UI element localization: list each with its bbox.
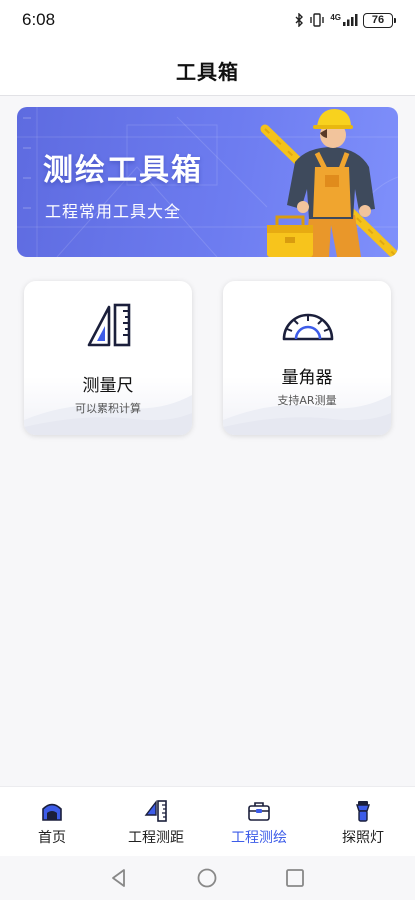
tab-label: 首页 (38, 830, 66, 846)
tool-card-protractor[interactable]: 量角器 支持AR测量 (223, 281, 391, 435)
bluetooth-icon (295, 13, 304, 27)
ruler-icon (144, 799, 167, 822)
banner-title: 测绘工具箱 (43, 153, 203, 188)
tab-flashlight[interactable]: 探照灯 (311, 787, 415, 857)
bottom-tab-bar: 首页 工程测距 工程测绘 探照灯 (0, 786, 415, 856)
app-header: 工具箱 (0, 40, 415, 96)
page-title: 工具箱 (176, 60, 239, 84)
toolbox-icon (248, 802, 270, 821)
tab-label: 工程测距 (128, 830, 184, 846)
home-icon (42, 803, 62, 821)
tab-measure-distance[interactable]: 工程测距 (104, 787, 208, 857)
network-type: 4G (330, 12, 341, 22)
status-icons: 4G 76 (294, 11, 396, 29)
ruler-triangle-icon (87, 303, 131, 347)
promo-banner[interactable]: 测绘工具箱 工程常用工具大全 (17, 107, 398, 257)
tab-survey[interactable]: 工程测绘 (207, 787, 311, 857)
protractor-icon (282, 313, 334, 341)
tool-card-title: 测量尺 (82, 376, 134, 396)
recents-icon[interactable] (284, 867, 306, 889)
tab-label: 探照灯 (342, 830, 384, 846)
tool-card-desc: 支持AR测量 (277, 394, 337, 407)
tool-card-measure-ruler[interactable]: 测量尺 可以累积计算 (24, 281, 192, 435)
signal-icon (343, 14, 358, 26)
vibrate-icon (310, 13, 325, 27)
tool-card-title: 量角器 (281, 368, 333, 388)
tab-label: 工程测绘 (231, 830, 287, 846)
banner-subtitle: 工程常用工具大全 (45, 202, 182, 221)
home-circle-icon[interactable] (196, 867, 218, 889)
battery-indicator: 76 (363, 12, 396, 28)
worker-illustration (260, 109, 398, 257)
status-time: 6:08 (22, 10, 56, 29)
tab-home[interactable]: 首页 (0, 787, 104, 857)
status-bar: 6:08 4G 76 (0, 0, 415, 40)
tool-card-desc: 可以累积计算 (75, 402, 141, 415)
flashlight-icon (356, 801, 370, 822)
system-nav-bar (0, 856, 415, 900)
back-icon[interactable] (108, 867, 130, 889)
